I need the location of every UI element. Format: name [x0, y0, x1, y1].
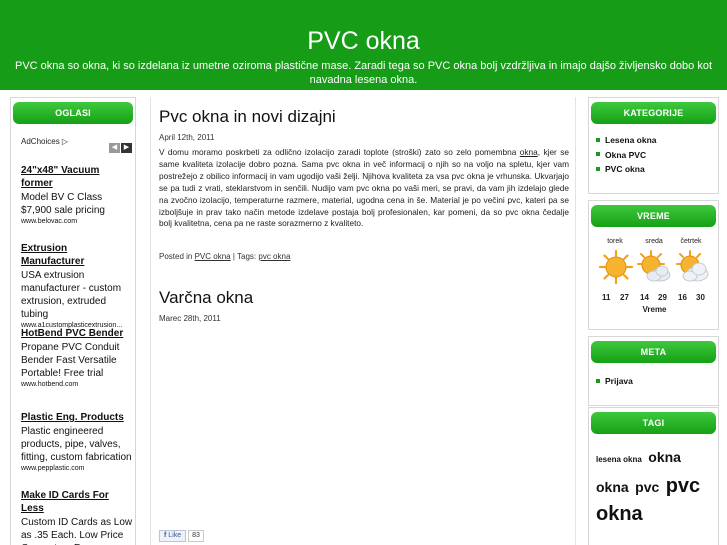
meta-list: Prijava [596, 374, 718, 389]
sun-cloud-icon [637, 250, 671, 282]
post-title[interactable]: Varčna okna [159, 288, 253, 308]
ad-url[interactable]: www.pepplastic.com [21, 464, 133, 474]
facebook-icon: f [164, 532, 167, 539]
temp-low: 29 [658, 293, 667, 302]
post-title[interactable]: Pvc okna in novi dizajni [159, 107, 336, 127]
temp-low: 30 [696, 293, 705, 302]
like-label: Like [168, 532, 182, 539]
tag-link[interactable]: pvc [666, 475, 700, 497]
ad-title[interactable]: HotBend PVC Bender [21, 327, 133, 340]
tag-link[interactable]: lesena okna [596, 455, 642, 464]
site-title[interactable]: PVC okna [0, 27, 727, 55]
ad-text: Model BV C Class $7,900 sale pricing [21, 192, 105, 216]
post-category-link[interactable]: PVC okna [195, 252, 231, 261]
temp-high: 11 [602, 293, 611, 302]
main-content: Pvc okna in novi dizajni April 12th, 201… [150, 97, 576, 545]
category-label[interactable]: Lesena okna [605, 135, 657, 145]
ad-url[interactable]: www.belovac.com [21, 217, 133, 227]
category-item[interactable]: Okna PVC [596, 148, 718, 163]
ad-text: USA extrusion manufacturer - custom extr… [21, 270, 122, 320]
ad-title[interactable]: Plastic Eng. Products [21, 411, 133, 424]
adchoices-link[interactable]: AdChoices ▷ [21, 137, 68, 146]
ad-next-icon[interactable]: ▶ [121, 143, 132, 153]
meta-heading: META [591, 341, 716, 363]
category-item[interactable]: PVC okna [596, 162, 718, 177]
post-body: V domu moramo poskrbeti za odlično izola… [159, 147, 569, 230]
post-body-link[interactable]: okna [520, 147, 538, 157]
tag-link[interactable]: pvc [635, 479, 659, 495]
weather-label[interactable]: Vreme [589, 305, 720, 314]
post-body-text: V domu moramo poskrbeti za odlično izola… [159, 147, 520, 157]
post-date: Marec 28th, 2011 [159, 314, 221, 323]
post-meta: Posted in PVC okna | Tags: pvc okna [159, 252, 290, 261]
post-tag-link[interactable]: pvc okna [258, 252, 290, 261]
weather-day: torek [607, 238, 623, 245]
ads-heading: OGLASI [13, 102, 133, 124]
ad-text: Custom ID Cards as Low as .35 Each. Low … [21, 517, 133, 545]
bullet-icon [596, 137, 600, 142]
ad-title[interactable]: Make ID Cards For Less [21, 489, 133, 515]
site-header: PVC okna PVC okna so okna, ki so izdelan… [0, 0, 727, 90]
categories-widget: KATEGORIJE Lesena okna Okna PVC PVC okna [588, 97, 719, 194]
category-label[interactable]: PVC okna [605, 164, 645, 174]
weather-day: četrtek [680, 238, 702, 245]
weather-heading: VREME [591, 205, 716, 227]
ad-nav: ◀ ▶ [108, 136, 132, 154]
bullet-icon [596, 378, 600, 383]
category-label[interactable]: Okna PVC [605, 150, 646, 160]
facebook-like: f Like 83 [159, 530, 204, 542]
post-body-text: , kjer se same kvaliteta izolacije dobro… [159, 147, 569, 229]
ad-item[interactable]: Plastic Eng. Products Plastic engineered… [21, 411, 133, 474]
like-count: 83 [188, 530, 204, 542]
category-item[interactable]: Lesena okna [596, 133, 718, 148]
categories-heading: KATEGORIJE [591, 102, 716, 124]
temp-high: 14 [640, 293, 649, 302]
meta-login-link[interactable]: Prijava [605, 376, 633, 386]
ad-prev-icon[interactable]: ◀ [109, 143, 120, 153]
tag-link[interactable]: okna [648, 449, 681, 465]
temp-low: 27 [620, 293, 629, 302]
tag-cloud: lesena okna okna okna pvc pvc okna [596, 444, 714, 529]
ad-title[interactable]: Extrusion Manufacturer [21, 242, 133, 268]
ads-sidebar: OGLASI AdChoices ▷ ◀ ▶ 24"x48" Vacuum for… [10, 97, 136, 545]
temp-high: 16 [678, 293, 687, 302]
tags-widget: TAGI lesena okna okna okna pvc pvc okna [588, 407, 719, 545]
post-date: April 12th, 2011 [159, 133, 215, 142]
sun-cloud-icon [676, 250, 709, 282]
bullet-icon [596, 152, 600, 157]
meta-widget: META Prijava [588, 336, 719, 406]
tags-heading: TAGI [591, 412, 716, 434]
ad-item[interactable]: 24"x48" Vacuum former Model BV C Class $… [21, 164, 133, 227]
meta-item[interactable]: Prijava [596, 374, 718, 389]
ad-text: Plastic engineered products, pipe, valve… [21, 426, 132, 463]
sun-icon [598, 249, 634, 285]
posted-in-label: Posted in [159, 252, 193, 261]
categories-list: Lesena okna Okna PVC PVC okna [596, 133, 718, 177]
ad-title[interactable]: 24"x48" Vacuum former [21, 164, 133, 190]
tag-link[interactable]: okna [596, 503, 643, 525]
ad-item[interactable]: Extrusion Manufacturer USA extrusion man… [21, 242, 133, 331]
weather-day: sreda [645, 238, 663, 245]
like-button[interactable]: f Like [159, 530, 187, 542]
ad-text: Propane PVC Conduit Bender Fast Versatil… [21, 342, 120, 379]
ad-item[interactable]: HotBend PVC Bender Propane PVC Conduit B… [21, 327, 133, 390]
bullet-icon [596, 166, 600, 171]
weather-widget: VREME torek sreda četrtek 11 27 14 29 16… [588, 200, 719, 330]
ad-url[interactable]: www.hotbend.com [21, 380, 133, 390]
ad-item[interactable]: Make ID Cards For Less Custom ID Cards a… [21, 489, 133, 545]
site-description: PVC okna so okna, ki so izdelana iz umet… [14, 60, 712, 86]
tag-link[interactable]: okna [596, 479, 629, 495]
tags-label: | Tags: [232, 252, 257, 261]
